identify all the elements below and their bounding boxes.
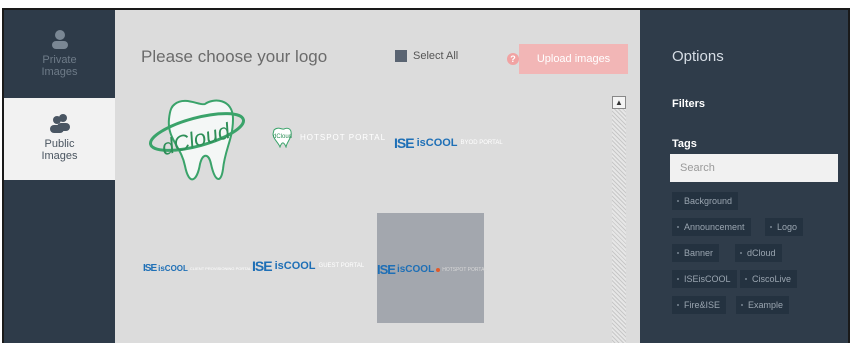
person-icon: [51, 30, 68, 49]
iscool-brand-text: isCOOL: [158, 264, 188, 273]
tag-example[interactable]: Example: [736, 296, 790, 314]
options-title: Options: [672, 48, 724, 65]
logo-dcloud-tooth[interactable]: dCloud: [145, 94, 255, 189]
iscool-brand-text: isCOOL: [274, 260, 316, 272]
dcloud-tooth-small-icon: dCloud: [272, 127, 292, 148]
tag-announcement[interactable]: Announcement: [672, 218, 751, 236]
logo-ise-guest[interactable]: ISE isCOOL GUEST PORTAL: [252, 258, 364, 274]
ise-brand-text: ISE: [143, 263, 157, 274]
iscool-brand-text: isCOOL: [396, 264, 435, 275]
logo-hotspot-text: HOTSPOT PORTAL: [300, 132, 387, 142]
tag-iseiscool[interactable]: ISEisCOOL: [672, 270, 737, 288]
filters-label: Filters: [672, 98, 706, 110]
hotspot-portal-text: HOTSPOT PORTAL: [442, 266, 488, 273]
iscool-brand-text: isCOOL: [416, 137, 458, 149]
nav-private-label-1: Private: [42, 54, 77, 66]
tag-ciscolive[interactable]: CiscoLive: [740, 270, 798, 288]
hotspot-dot-icon: [436, 267, 441, 272]
client-portal-text: CLIENT PROVISIONING PORTAL: [189, 266, 252, 271]
tag-logo[interactable]: Logo: [765, 218, 804, 236]
guest-portal-text: GUEST PORTAL: [318, 263, 365, 269]
nav-public-images[interactable]: Public Images: [4, 98, 115, 180]
logo-ise-hotspot[interactable]: ISE isCOOL HOTSPOT PORTAL: [377, 262, 487, 277]
page-title: Please choose your logo: [141, 47, 328, 66]
select-all-checkbox[interactable]: [395, 50, 407, 62]
ise-brand-text: ISE: [377, 262, 396, 277]
ise-brand-text: ISE: [394, 135, 415, 151]
app-frame: Private Images Public Images Please choo…: [2, 8, 850, 343]
help-icon[interactable]: ?: [507, 53, 519, 65]
tag-background[interactable]: Background: [672, 192, 739, 210]
select-all[interactable]: Select All: [395, 50, 458, 62]
options-panel: Options Filters Tags Search Background A…: [652, 10, 848, 343]
scrollbar-track[interactable]: [612, 96, 626, 343]
tag-search-input[interactable]: Search: [670, 154, 838, 182]
logo-dcloud-hotspot[interactable]: dCloud HOTSPOT PORTAL: [268, 126, 386, 148]
nav-private-images[interactable]: Private Images: [4, 22, 115, 96]
tag-banner[interactable]: Banner: [672, 244, 720, 262]
byod-portal-text: BYOD PORTAL: [460, 140, 503, 146]
main-panel: Please choose your logo Select All ? Upl…: [115, 10, 640, 343]
logo-ise-client-provisioning[interactable]: ISE isCOOL CLIENT PROVISIONING PORTAL: [143, 263, 251, 274]
group-icon: [49, 114, 70, 133]
select-all-label: Select All: [413, 50, 459, 62]
nav-public-label-2: Images: [41, 150, 78, 162]
nav-private-label-2: Images: [41, 66, 78, 78]
dcloud-badge-text: dCloud: [273, 134, 292, 140]
logo-ise-byod[interactable]: ISE isCOOL BYOD PORTAL: [394, 135, 503, 151]
tag-dcloud[interactable]: dCloud: [735, 244, 782, 262]
upload-images-button[interactable]: Upload images: [519, 44, 628, 74]
tags-label: Tags: [672, 138, 697, 150]
ise-brand-text: ISE: [252, 258, 273, 274]
nav-public-label-1: Public: [44, 138, 75, 150]
scroll-up-button[interactable]: ▲: [612, 96, 626, 109]
left-nav: Private Images Public Images: [4, 10, 115, 343]
tag-fire-ise[interactable]: Fire&ISE: [672, 296, 727, 314]
